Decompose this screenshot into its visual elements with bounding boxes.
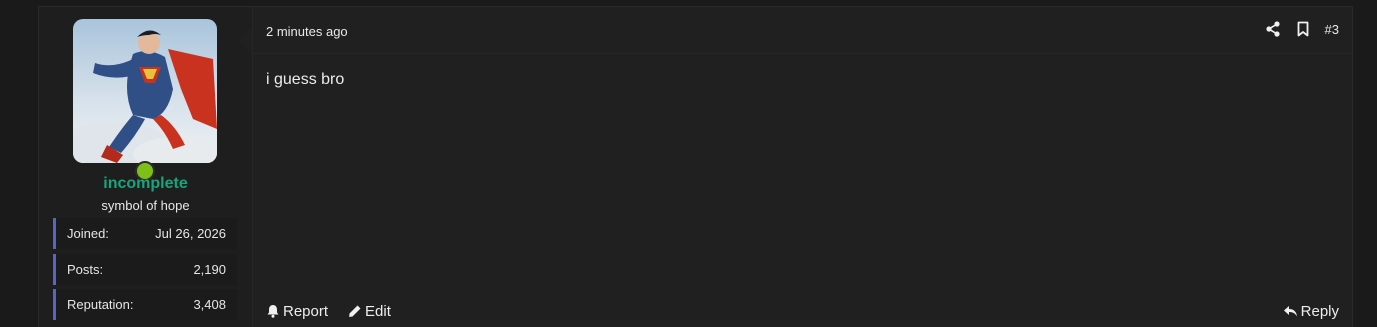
stat-label: Reputation:: [67, 297, 134, 312]
page: incomplete symbol of hope Joined: Jul 26…: [0, 0, 1377, 327]
post-header-actions: #3: [1265, 20, 1339, 38]
post-content-area: 2 minutes ago #3 i guess bro Report Edit…: [253, 7, 1352, 327]
post-number-link[interactable]: #3: [1325, 22, 1339, 37]
post-header: 2 minutes ago #3: [253, 7, 1352, 54]
pencil-icon: [349, 305, 361, 317]
report-label: Report: [283, 302, 329, 320]
avatar[interactable]: [73, 19, 217, 163]
post-footer-actions: Report Edit: [266, 303, 391, 320]
forum-post: incomplete symbol of hope Joined: Jul 26…: [38, 6, 1353, 327]
stat-value: 2,190: [193, 262, 226, 277]
bell-icon: [267, 305, 279, 318]
report-button[interactable]: Report: [266, 303, 328, 320]
reply-button[interactable]: Reply: [1283, 303, 1339, 320]
post-timestamp[interactable]: 2 minutes ago: [266, 24, 348, 39]
edit-button[interactable]: Edit: [348, 303, 391, 320]
post-message: i guess bro: [266, 71, 345, 88]
reply-icon: [1283, 305, 1297, 316]
user-title: symbol of hope: [101, 198, 190, 213]
post-footer: Report Edit Reply: [266, 300, 1339, 322]
stat-posts: Posts: 2,190: [53, 254, 237, 285]
stat-value: Jul 26, 2026: [155, 226, 226, 241]
stat-label: Joined:: [67, 226, 109, 241]
edit-label: Edit: [365, 302, 391, 320]
reply-label: Reply: [1300, 302, 1339, 320]
username[interactable]: incomplete: [39, 175, 252, 193]
stat-reputation: Reputation: 3,408: [53, 289, 237, 320]
avatar-container[interactable]: [73, 19, 217, 181]
stat-label: Posts:: [67, 262, 104, 277]
stat-value: 3,408: [193, 297, 226, 312]
bookmark-icon[interactable]: [1295, 20, 1311, 38]
post-pointer-arrow: [238, 27, 252, 55]
share-icon[interactable]: [1265, 20, 1281, 38]
user-info-panel: incomplete symbol of hope Joined: Jul 26…: [39, 7, 253, 327]
stat-joined: Joined: Jul 26, 2026: [53, 218, 237, 249]
